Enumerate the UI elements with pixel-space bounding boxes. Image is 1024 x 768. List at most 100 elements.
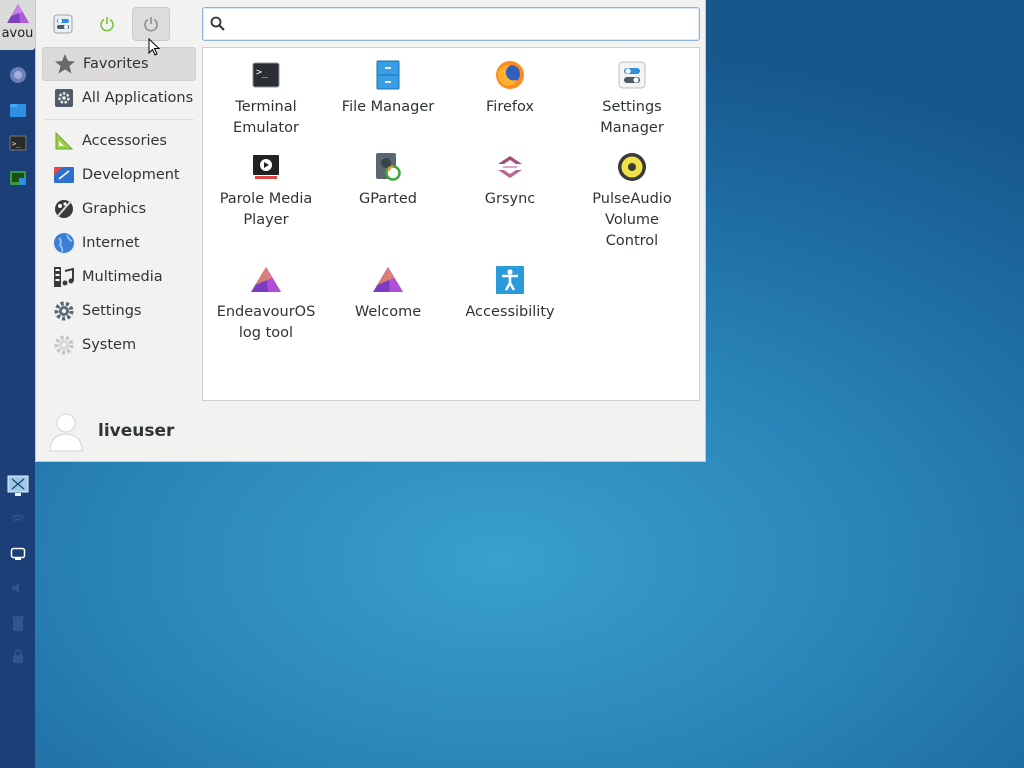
settings-manager-icon	[616, 59, 648, 91]
app-label: Settings Manager	[600, 99, 664, 136]
category-label: Accessories	[82, 133, 167, 149]
category-label: Multimedia	[82, 269, 163, 285]
app-file-manager[interactable]: File Manager	[327, 59, 449, 118]
star-icon	[53, 52, 77, 76]
search-icon	[210, 16, 225, 31]
trash-tray[interactable]	[0, 612, 35, 634]
app-label: Terminal Emulator	[233, 99, 299, 136]
app-label: GParted	[359, 191, 417, 207]
network-icon	[11, 514, 24, 522]
menu-toolbar	[44, 7, 170, 41]
app-grsync[interactable]: Grsync	[449, 151, 571, 210]
app-endeavouros-log-tool[interactable]: EndeavourOS log tool	[205, 264, 327, 344]
grsync-icon	[494, 151, 526, 183]
category-list: Favorites All Applications Accessories D…	[42, 47, 196, 362]
application-grid: >_ Terminal Emulator File Manager Firefo…	[202, 47, 700, 401]
category-label: Favorites	[83, 56, 149, 72]
svg-text:>_: >_	[12, 140, 21, 148]
media-player-icon	[250, 151, 282, 183]
gear-icon	[52, 299, 76, 323]
search-box[interactable]	[202, 7, 700, 41]
category-development[interactable]: Development	[42, 158, 196, 192]
accessibility-icon	[494, 264, 526, 296]
app-label: EndeavourOS log tool	[216, 304, 316, 341]
app-label: PulseAudio Volume Control	[592, 191, 672, 249]
lock-icon	[12, 649, 23, 663]
app-label: Accessibility	[465, 304, 555, 320]
lock-screen-button[interactable]	[88, 7, 126, 41]
monitor-tray[interactable]	[0, 544, 35, 564]
endeavouros-logo-icon	[6, 4, 29, 23]
web-browser-launcher[interactable]	[0, 63, 35, 87]
app-label: File Manager	[341, 99, 435, 115]
development-icon	[52, 163, 76, 187]
category-multimedia[interactable]: Multimedia	[42, 260, 196, 294]
user-name: liveuser	[98, 421, 175, 441]
category-accessories[interactable]: Accessories	[42, 124, 196, 158]
category-internet[interactable]: Internet	[42, 226, 196, 260]
search-input[interactable]	[233, 12, 683, 36]
whisker-menu-button[interactable]: avou	[0, 0, 35, 50]
category-all-applications[interactable]: All Applications	[42, 81, 196, 115]
menu-button-label: avou	[1, 26, 34, 41]
app-label: Firefox	[486, 99, 534, 115]
palette-icon	[52, 197, 76, 221]
file-manager-launcher[interactable]	[0, 98, 35, 122]
monitor-icon	[10, 547, 25, 560]
screenshot-icon	[9, 171, 26, 185]
file-manager-icon	[9, 104, 26, 117]
settings-manager-icon	[53, 14, 73, 34]
volume-icon	[11, 583, 19, 593]
category-system[interactable]: System	[42, 328, 196, 362]
app-firefox[interactable]: Firefox	[449, 59, 571, 118]
file-manager-icon	[372, 59, 404, 91]
display-tray[interactable]	[0, 473, 35, 499]
terminal-icon: >_	[250, 59, 282, 91]
left-panel: avou >_	[0, 0, 35, 768]
screenshot-launcher[interactable]	[0, 166, 35, 190]
app-pulseaudio-volume-control[interactable]: PulseAudio Volume Control	[571, 151, 693, 252]
category-label: System	[82, 337, 137, 353]
app-label: Welcome	[354, 304, 422, 320]
category-label: Development	[82, 167, 180, 183]
terminal-launcher[interactable]: >_	[0, 131, 35, 155]
app-gparted[interactable]: GParted	[327, 151, 449, 210]
endeavouros-icon	[372, 264, 404, 296]
display-icon	[7, 475, 28, 496]
application-menu: Favorites All Applications Accessories D…	[35, 0, 706, 462]
app-settings-manager[interactable]: Settings Manager	[571, 59, 693, 139]
terminal-icon: >_	[9, 135, 26, 151]
app-accessibility[interactable]: Accessibility	[449, 264, 571, 323]
app-parole-media-player[interactable]: Parole Media Player	[205, 151, 327, 231]
category-label: Settings	[82, 303, 142, 319]
endeavouros-icon	[250, 264, 282, 296]
log-out-button[interactable]	[132, 7, 170, 41]
logout-icon	[144, 17, 158, 32]
category-favorites[interactable]: Favorites	[42, 47, 196, 81]
lock-tray[interactable]	[0, 646, 35, 666]
category-label: Graphics	[82, 201, 147, 217]
power-green-icon	[100, 17, 114, 32]
user-area: liveuser	[48, 408, 174, 454]
category-settings[interactable]: Settings	[42, 294, 196, 328]
film-music-icon	[52, 265, 76, 289]
user-avatar-icon	[49, 413, 83, 452]
gparted-icon	[372, 151, 404, 183]
app-label: Grsync	[484, 191, 536, 207]
settings-manager-button[interactable]	[44, 7, 82, 41]
category-separator	[44, 119, 194, 120]
app-terminal-emulator[interactable]: >_ Terminal Emulator	[205, 59, 327, 139]
network-tray[interactable]	[0, 510, 35, 530]
app-welcome[interactable]: Welcome	[327, 264, 449, 323]
globe-icon	[52, 231, 76, 255]
firefox-icon	[494, 59, 526, 91]
web-browser-icon	[9, 67, 26, 83]
trash-icon	[11, 616, 24, 631]
mouse-cursor-icon	[148, 38, 160, 56]
speaker-icon	[616, 151, 648, 183]
volume-tray[interactable]	[0, 578, 35, 598]
system-gear-icon	[52, 333, 76, 357]
category-label: All Applications	[82, 90, 194, 106]
category-graphics[interactable]: Graphics	[42, 192, 196, 226]
app-label: Parole Media Player	[219, 191, 313, 228]
